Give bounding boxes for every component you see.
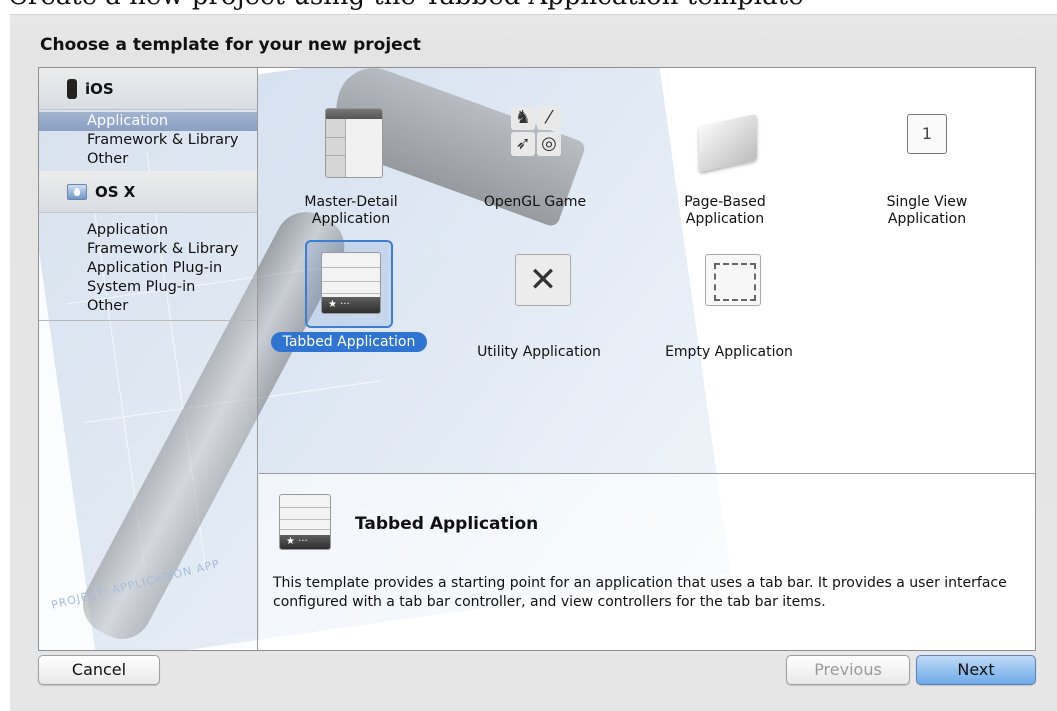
template-page-based[interactable]: Page-Based Application: [635, 100, 815, 228]
sidebar-item-osx-application[interactable]: Application: [39, 221, 257, 240]
template-label: Empty Application: [665, 344, 793, 360]
template-label: Page-Based Application: [684, 194, 766, 227]
template-utility-application[interactable]: ✕ Utility Application: [449, 248, 629, 361]
cancel-button[interactable]: Cancel: [38, 655, 160, 685]
template-label: Single View Application: [886, 194, 968, 227]
tabbed-application-icon: ★ ···: [279, 494, 331, 550]
template-label: Master-Detail Application: [304, 194, 398, 227]
single-view-icon: 1: [883, 100, 971, 188]
sidebar-group-osx[interactable]: OS X: [39, 171, 257, 213]
template-label: OpenGL Game: [483, 194, 587, 210]
tabbed-application-icon: ★ ···: [305, 240, 393, 328]
dialog-title: Choose a template for your new project: [40, 35, 421, 55]
sidebar-group-ios[interactable]: iOS: [39, 68, 257, 110]
next-button[interactable]: Next: [916, 655, 1036, 685]
utility-application-icon: ✕: [495, 248, 583, 336]
empty-application-icon: [685, 248, 773, 336]
page-based-icon: [681, 100, 769, 188]
sidebar-item-osx-framework-library[interactable]: Framework & Library: [39, 240, 257, 259]
platform-sidebar: iOS Application Framework & Library Othe…: [39, 68, 258, 650]
master-detail-icon: [307, 100, 395, 188]
template-master-detail[interactable]: Master-Detail Application: [261, 100, 441, 228]
sidebar-item-osx-application-plugin[interactable]: Application Plug-in: [39, 259, 257, 278]
sidebar-item-ios-framework-library[interactable]: Framework & Library: [39, 131, 257, 150]
sidebar-item-osx-other[interactable]: Other: [39, 297, 257, 316]
sidebar-item-ios-other[interactable]: Other: [39, 150, 257, 169]
sidebar-item-osx-system-plugin[interactable]: System Plug-in: [39, 278, 257, 297]
sidebar-group-label: iOS: [85, 79, 114, 98]
template-opengl-game[interactable]: ♞ ⁄ ➶ ◎ OpenGL Game: [445, 100, 625, 211]
template-tabbed-application[interactable]: ★ ··· Tabbed Application: [259, 240, 439, 352]
template-grid: Master-Detail Application ♞ ⁄ ➶ ◎ OpenGL Ga…: [259, 68, 1035, 473]
page-caption: Create a new project using the Tabbed Ap…: [0, 0, 1057, 14]
template-empty-application[interactable]: Empty Application: [639, 248, 819, 361]
template-label: Tabbed Application: [259, 332, 439, 352]
sidebar-item-ios-application[interactable]: Application: [39, 112, 257, 131]
iphone-icon: [67, 78, 77, 99]
description-text: This template provides a starting point …: [273, 575, 1007, 610]
template-single-view[interactable]: 1 Single View Application: [837, 100, 1017, 228]
description-title: Tabbed Application: [355, 514, 539, 534]
template-panel: PROJECT: APPLICATION APP iOS Application…: [38, 67, 1036, 651]
mac-finder-icon: [67, 183, 87, 200]
sidebar-group-label: OS X: [95, 182, 136, 201]
opengl-game-icon: ♞ ⁄ ➶ ◎: [491, 100, 579, 188]
previous-button[interactable]: Previous: [786, 655, 910, 685]
sidebar-divider: [39, 320, 257, 321]
template-description: ★ ··· Tabbed Application This template p…: [259, 473, 1035, 650]
template-label: Utility Application: [477, 344, 601, 360]
new-project-sheet: Choose a template for your new project P…: [10, 14, 1057, 711]
